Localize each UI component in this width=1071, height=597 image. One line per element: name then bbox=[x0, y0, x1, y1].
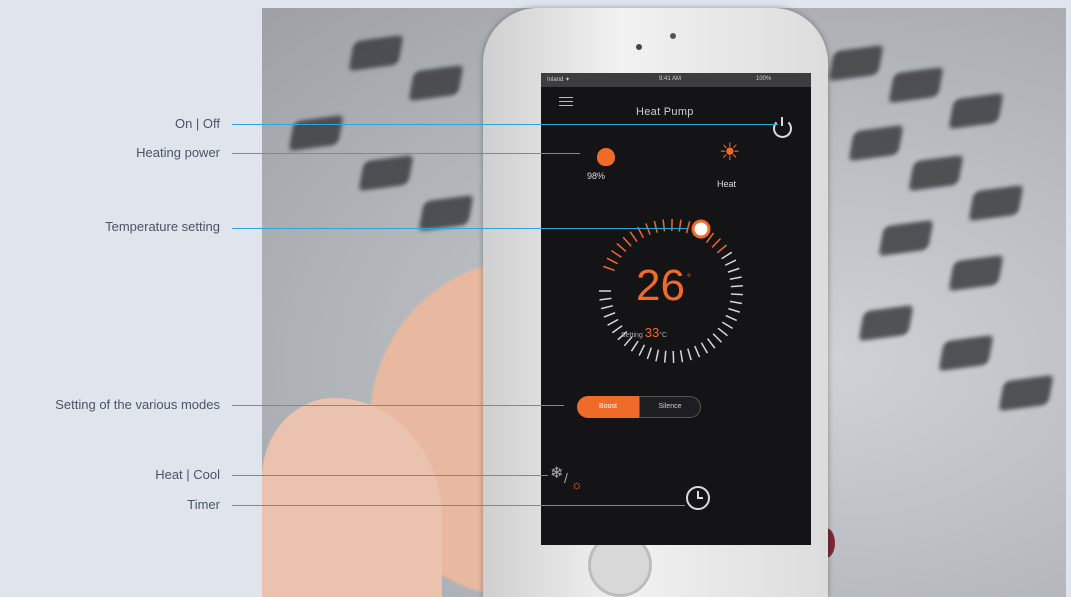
status-carrier: Inland ✦ bbox=[547, 77, 571, 83]
dial-tick bbox=[721, 251, 733, 260]
dial-tick bbox=[662, 219, 666, 232]
dial-tick bbox=[629, 231, 638, 243]
dial-tick bbox=[655, 349, 660, 362]
dial-tick bbox=[716, 244, 727, 254]
dial-tick bbox=[706, 338, 716, 349]
laptop-key bbox=[968, 184, 1024, 222]
dial-tick bbox=[725, 314, 737, 322]
dial-tick bbox=[729, 300, 743, 305]
setting-value: 33 bbox=[644, 325, 660, 340]
laptop-key bbox=[348, 34, 404, 72]
laptop-key bbox=[828, 44, 884, 82]
dial-tick bbox=[638, 344, 646, 356]
sun-small-icon[interactable]: ☼ bbox=[571, 477, 583, 492]
callout-temperature-setting: Temperature setting bbox=[105, 219, 220, 234]
dial-tick bbox=[645, 223, 651, 236]
laptop-key bbox=[358, 154, 414, 192]
dial-tick bbox=[630, 340, 639, 352]
boost-mode-button[interactable]: Boost bbox=[577, 396, 639, 418]
callout-line-heating-power bbox=[232, 153, 580, 154]
dial-tick bbox=[694, 345, 701, 358]
callout-line-heat-cool bbox=[232, 475, 548, 476]
laptop-key bbox=[858, 304, 914, 342]
mode-label: Heat bbox=[717, 179, 737, 189]
laptop-key bbox=[848, 124, 904, 162]
dial-tick bbox=[607, 318, 619, 326]
slash-divider: / bbox=[564, 470, 568, 486]
dial-tick bbox=[599, 297, 612, 301]
laptop-key bbox=[948, 92, 1004, 130]
laptop-key bbox=[998, 374, 1054, 412]
dial-tick bbox=[601, 304, 614, 310]
laptop-key bbox=[948, 254, 1004, 292]
dial-tick bbox=[687, 348, 692, 361]
heating-power-value: 98% bbox=[587, 171, 606, 181]
dial-tick bbox=[678, 219, 682, 232]
menu-icon[interactable] bbox=[559, 97, 573, 109]
dial-tick bbox=[622, 236, 632, 247]
speaker bbox=[670, 33, 676, 39]
dial-tick bbox=[616, 242, 627, 253]
callout-line-temperature bbox=[232, 228, 687, 229]
dial-tick bbox=[717, 327, 728, 337]
power-icon[interactable] bbox=[773, 117, 792, 138]
setting-unit: °C bbox=[659, 332, 668, 339]
temperature-unit: ° bbox=[687, 273, 691, 284]
callout-on-off: On | Off bbox=[174, 116, 220, 131]
snowflake-icon[interactable]: ❄ bbox=[550, 463, 563, 483]
setting-label: Setting bbox=[621, 332, 643, 339]
laptop-key bbox=[878, 219, 934, 257]
dial-tick bbox=[724, 259, 737, 266]
setting-row: Setting 33°C bbox=[621, 325, 667, 340]
callout-line-timer bbox=[232, 505, 685, 506]
status-time: 9:41 AM bbox=[659, 76, 682, 82]
app-screen: Inland ✦ 9:41 AM 100% Heat Pump 98% ☀ He… bbox=[541, 73, 811, 545]
status-battery: 100% bbox=[756, 76, 772, 82]
dial-tick bbox=[711, 238, 721, 248]
flame-icon bbox=[597, 148, 615, 166]
dial-tick bbox=[603, 312, 616, 318]
dial-tick bbox=[679, 350, 684, 363]
callout-line-modes bbox=[232, 405, 564, 406]
current-temperature: 26 bbox=[636, 261, 685, 310]
temperature-knob[interactable] bbox=[691, 219, 711, 239]
dial-tick bbox=[700, 342, 709, 354]
front-camera bbox=[636, 44, 642, 50]
laptop-key bbox=[408, 64, 464, 102]
dial-tick bbox=[611, 249, 622, 258]
laptop-key bbox=[288, 114, 344, 152]
dial-tick bbox=[712, 333, 723, 343]
silence-mode-button[interactable]: Silence bbox=[639, 396, 701, 418]
dial-tick bbox=[721, 321, 733, 329]
callout-heat-cool: Heat | Cool bbox=[155, 467, 220, 482]
callout-line-on-off bbox=[232, 124, 778, 125]
callout-timer: Timer bbox=[187, 497, 220, 512]
callout-modes: Setting of the various modes bbox=[55, 397, 220, 412]
callout-heating-power: Heating power bbox=[136, 145, 220, 160]
laptop-key bbox=[418, 194, 474, 232]
dial-tick bbox=[653, 220, 658, 233]
dial-tick bbox=[646, 347, 653, 360]
dial-tick bbox=[603, 265, 615, 272]
dial-tick bbox=[730, 285, 743, 288]
dial-tick bbox=[729, 276, 742, 281]
app-title: Heat Pump bbox=[636, 106, 694, 118]
laptop-key bbox=[888, 66, 944, 104]
dial-tick bbox=[663, 350, 667, 363]
status-bar: Inland ✦ 9:41 AM 100% bbox=[541, 73, 811, 87]
timer-icon[interactable] bbox=[686, 486, 710, 510]
sun-icon: ☀ bbox=[719, 139, 741, 166]
dial-tick bbox=[727, 267, 740, 273]
dial-tick bbox=[730, 293, 743, 296]
dial-tick bbox=[728, 307, 741, 313]
laptop-key bbox=[938, 334, 994, 372]
laptop-key bbox=[908, 154, 964, 192]
dial-tick bbox=[606, 257, 618, 265]
